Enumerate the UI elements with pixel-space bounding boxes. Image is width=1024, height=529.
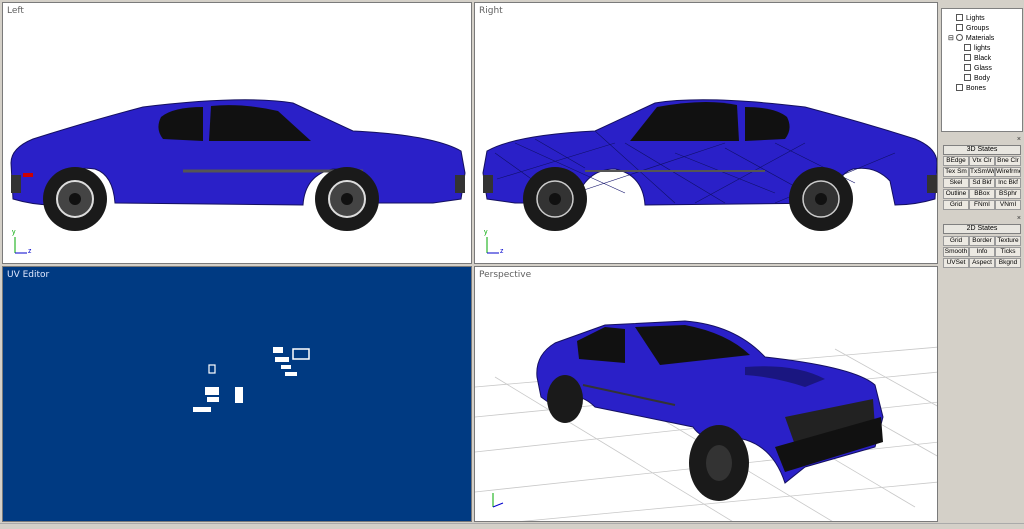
- states-3d-header: 3D States: [943, 145, 1021, 155]
- material-icon: [955, 34, 963, 41]
- viewport-perspective[interactable]: Perspective: [474, 266, 938, 522]
- tree-item-bones[interactable]: Bones: [956, 84, 986, 92]
- btn-grid-3d[interactable]: Grid: [943, 200, 969, 210]
- btn-bedge[interactable]: BEdge: [943, 156, 969, 166]
- texture-icon: [964, 44, 971, 51]
- btn-smooth[interactable]: Smooth: [943, 247, 969, 257]
- status-bar: [0, 523, 1024, 529]
- btn-vtx-clr[interactable]: Vtx Clr: [969, 156, 995, 166]
- axis-y-label: y: [484, 229, 488, 236]
- texture-icon: [964, 74, 971, 81]
- scene-tree-panel: Lights Groups ⊟ Materials lights Black Gl…: [941, 8, 1023, 132]
- axis-z-label: z: [28, 248, 32, 255]
- btn-bne-clr[interactable]: Bne Clr: [995, 156, 1021, 166]
- tree-item-lights[interactable]: Lights: [956, 14, 985, 22]
- uv-islands: [193, 347, 310, 412]
- viewport-left[interactable]: Left y z: [2, 2, 472, 264]
- axis-y-label: y: [12, 229, 16, 236]
- btn-skel[interactable]: Skel: [943, 178, 969, 188]
- states-2d-header: 2D States: [943, 224, 1021, 234]
- btn-info[interactable]: Info: [969, 247, 995, 257]
- close-icon[interactable]: ×: [1017, 215, 1021, 222]
- texture-icon: [964, 64, 971, 71]
- states-3d-panel: × 3D States BEdge Vtx Clr Bne Clr Tex Sm…: [941, 136, 1023, 212]
- btn-fnml[interactable]: FNmI: [969, 200, 995, 210]
- btn-tex-sm[interactable]: Tex Sm: [943, 167, 969, 177]
- viewport-right[interactable]: Right y z: [474, 2, 938, 264]
- bone-icon: [956, 84, 963, 91]
- tree-item-mat-glass[interactable]: Glass: [964, 64, 992, 72]
- btn-grid-2d[interactable]: Grid: [943, 236, 969, 246]
- btn-vnml[interactable]: VNmI: [995, 200, 1021, 210]
- tree-item-groups[interactable]: Groups: [956, 24, 989, 32]
- btn-txsmwr[interactable]: TxSmWr: [969, 167, 995, 177]
- group-icon: [956, 24, 963, 31]
- btn-bbox[interactable]: BBox: [969, 189, 995, 199]
- tree-item-mat-lights[interactable]: lights: [964, 44, 990, 52]
- states-2d-panel: × 2D States Grid Border Texture Smooth I…: [941, 215, 1023, 271]
- light-icon: [956, 14, 963, 21]
- btn-bsphr[interactable]: BSphr: [995, 189, 1021, 199]
- btn-wireframe[interactable]: Wirefrme: [995, 167, 1021, 177]
- btn-outline[interactable]: Outline: [943, 189, 969, 199]
- btn-ticks[interactable]: Ticks: [995, 247, 1021, 257]
- btn-border[interactable]: Border: [969, 236, 995, 246]
- collapse-icon[interactable]: ⊟: [948, 35, 954, 42]
- viewport-uv-editor[interactable]: UV Editor: [2, 266, 472, 522]
- texture-icon: [964, 54, 971, 61]
- tree-item-mat-black[interactable]: Black: [964, 54, 991, 62]
- btn-aspect[interactable]: Aspect: [969, 258, 995, 268]
- tree-item-mat-body[interactable]: Body: [964, 74, 990, 82]
- btn-bkgnd[interactable]: Bkgnd: [995, 258, 1021, 268]
- axis-z-label: z: [500, 248, 504, 255]
- tree-item-materials[interactable]: ⊟ Materials: [948, 34, 994, 42]
- btn-texture[interactable]: Texture: [995, 236, 1021, 246]
- btn-uvset[interactable]: UVSet: [943, 258, 969, 268]
- car-side-view-right: [482, 99, 937, 254]
- close-icon[interactable]: ×: [1017, 136, 1021, 143]
- car-perspective-view: [475, 320, 937, 521]
- car-side-view-left: [10, 99, 466, 254]
- btn-inc-bkf[interactable]: Inc Bkf: [995, 178, 1021, 188]
- btn-sd-bkf[interactable]: Sd Bkf: [969, 178, 995, 188]
